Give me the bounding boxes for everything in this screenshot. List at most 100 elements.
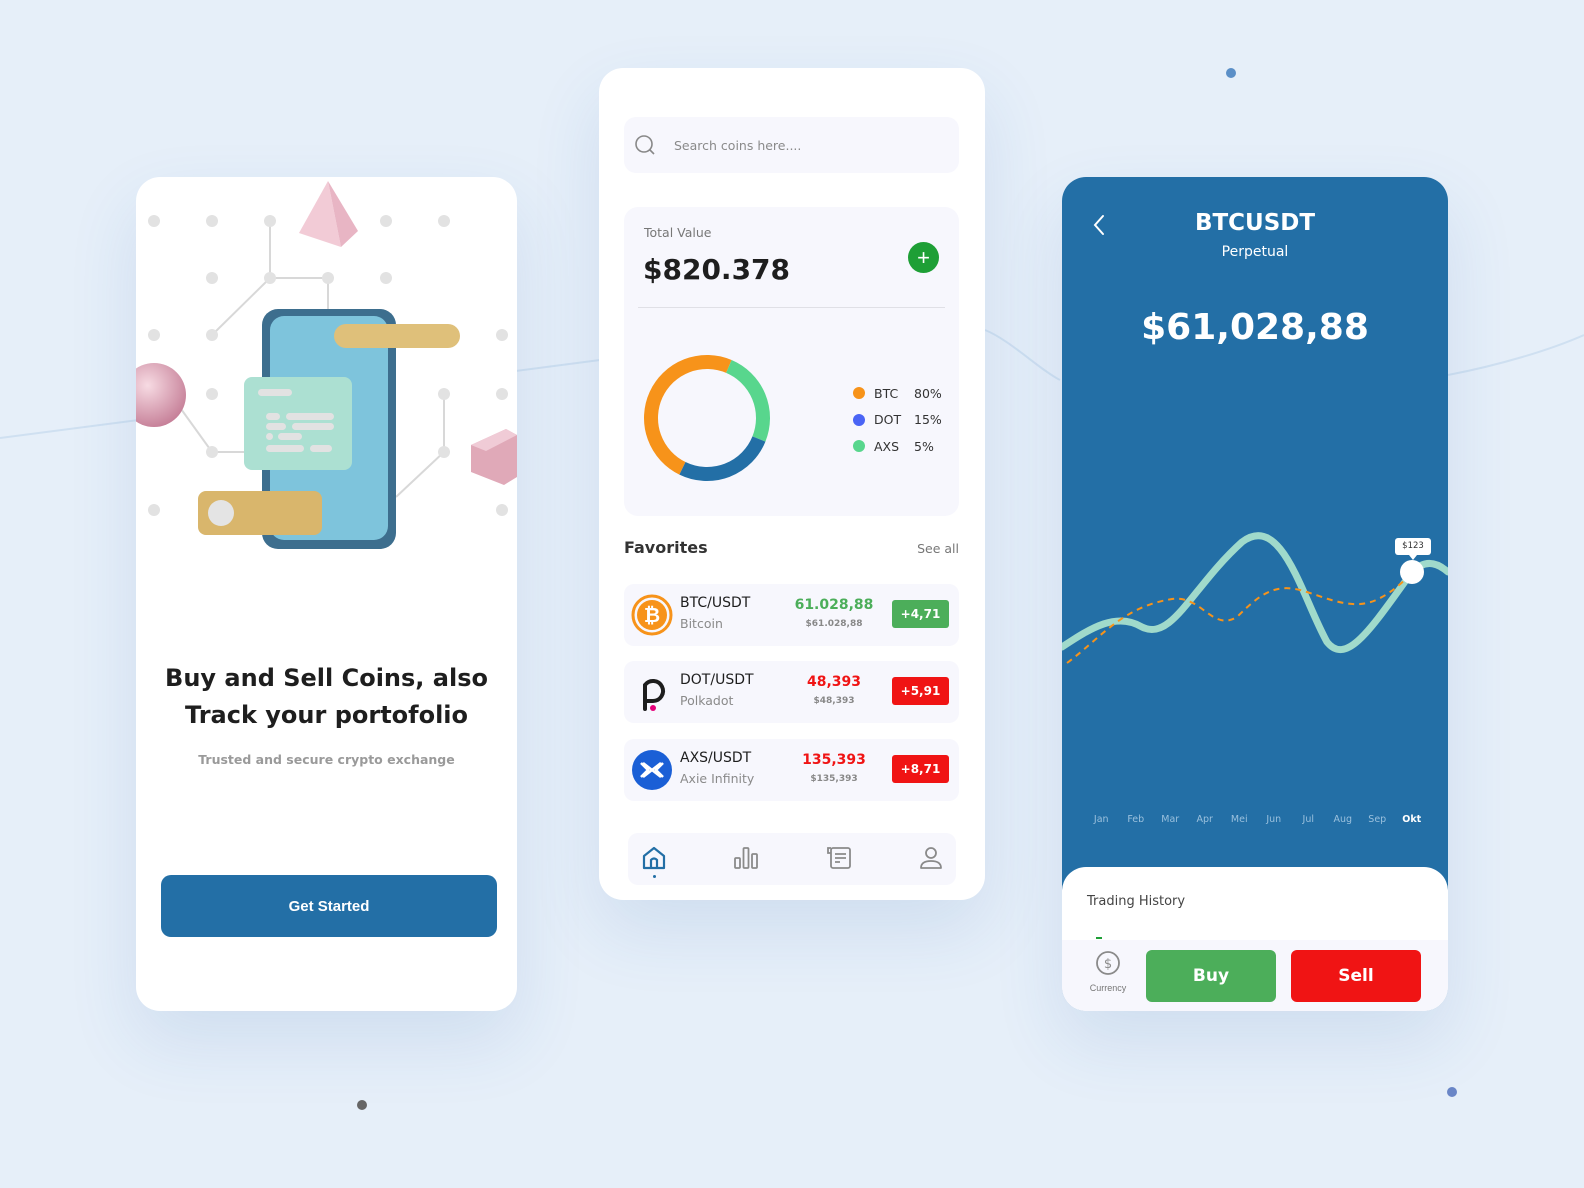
user-icon [920, 847, 942, 869]
coin-usd-price: $135,393 [810, 774, 858, 784]
month-label[interactable]: Jul [1291, 814, 1326, 825]
legend-percent: 15% [914, 412, 942, 428]
legend-label: AXS [874, 438, 900, 454]
nav-markets[interactable] [731, 845, 761, 875]
legend-label: DOT [874, 412, 902, 428]
legend-percent: 5% [914, 438, 934, 454]
price-tooltip: $123 [1395, 538, 1431, 560]
change-badge: +4,71 [892, 600, 949, 628]
favorite-row-axs[interactable]: AXS/USDT Axie Infinity 135,393 $135,393 … [624, 739, 959, 801]
current-price: $61,028,88 [1141, 307, 1369, 348]
donut-segment-axs [725, 360, 770, 442]
divider [638, 307, 945, 308]
coin-name: Bitcoin [680, 616, 723, 631]
home-icon [642, 846, 666, 870]
pair-title: BTCUSDT [1194, 210, 1316, 236]
search-input[interactable] [674, 137, 934, 153]
polkadot-icon [643, 679, 665, 711]
onboarding-screen: Buy and Sell Coins, also Track your port… [136, 177, 517, 1011]
total-value-amount: $820.378 [643, 253, 791, 286]
donut-segment-btc [644, 355, 732, 475]
month-label[interactable]: Mei [1222, 814, 1257, 825]
coin-usd-price: $48,393 [813, 696, 855, 706]
change-badge: +8,71 [892, 755, 949, 783]
nav-home[interactable] [639, 845, 669, 875]
nav-news[interactable] [824, 845, 854, 875]
onboarding-subtitle: Trusted and secure crypto exchange [198, 752, 455, 767]
donut-segment-dot [679, 436, 766, 481]
dollar-circle-icon: $ [1096, 951, 1120, 975]
chart-point-marker [1400, 560, 1424, 584]
bottom-nav [628, 833, 956, 885]
allocation-legend: BTC 80% DOT 15% AXS 5% [853, 380, 942, 460]
coin-usd-price: $61.028,88 [805, 619, 863, 629]
legend-dot-btc [853, 387, 865, 400]
coin-price: 48,393 [806, 674, 862, 690]
favorite-row-dot[interactable]: DOT/USDT Polkadot 48,393 $48,393 +5,91 [624, 661, 959, 723]
hero-illustration [136, 181, 517, 549]
price-line-chart [1062, 532, 1448, 664]
legend-item-dot: DOT 15% [853, 407, 942, 434]
legend-percent: 80% [914, 385, 942, 401]
total-value-label: Total Value [644, 225, 712, 240]
month-label-active[interactable]: Okt [1395, 814, 1430, 825]
get-started-button[interactable]: Get Started [161, 875, 497, 937]
headline-line-2: Track your portofolio [184, 701, 469, 729]
search-bar[interactable] [624, 117, 959, 173]
svg-text:$: $ [1104, 957, 1112, 972]
price-line [1062, 532, 1448, 654]
plus-icon: + [917, 245, 930, 270]
coin-name: Axie Infinity [680, 771, 755, 786]
sell-button[interactable]: Sell [1291, 950, 1421, 1002]
axie-infinity-icon [632, 750, 672, 790]
currency-label: Currency [1089, 983, 1127, 993]
total-value-card: Total Value $820.378 + BTC 80% DOT 15% A… [624, 207, 959, 516]
search-icon [635, 135, 655, 155]
favorites-title: Favorites [624, 538, 708, 557]
coin-detail-screen: BTCUSDT Perpetual $61,028,88 $123 Jan Fe… [1062, 177, 1448, 1011]
legend-dot-axs [853, 440, 865, 453]
coin-pair: BTC/USDT [680, 595, 751, 611]
pair-subtitle: Perpetual [1221, 244, 1289, 260]
history-indicator [1096, 937, 1102, 939]
month-label[interactable]: Jan [1084, 814, 1119, 825]
legend-item-axs: AXS 5% [853, 433, 942, 460]
coin-pair: AXS/USDT [680, 750, 752, 766]
legend-dot-dot [853, 413, 865, 426]
trading-history-sheet: Trading History $ Currency Buy Sell [1062, 867, 1448, 1011]
see-all-link[interactable]: See all [917, 541, 959, 556]
coin-pair: DOT/USDT [680, 672, 754, 688]
bitcoin-icon: ₿ [631, 594, 673, 636]
action-bar: $ Currency Buy Sell [1062, 940, 1448, 1011]
trading-history-title: Trading History [1087, 894, 1186, 909]
currency-button[interactable]: $ Currency [1083, 950, 1133, 993]
month-axis: Jan Feb Mar Apr Mei Jun Jul Aug Sep Okt [1084, 814, 1448, 825]
coin-name: Polkadot [680, 693, 734, 708]
news-icon [827, 847, 851, 869]
month-label[interactable]: Sep [1360, 814, 1395, 825]
onboarding-headline: Buy and Sell Coins, also Track your port… [136, 660, 517, 734]
legend-item-btc: BTC 80% [853, 380, 942, 407]
legend-label: BTC [874, 385, 899, 401]
month-label[interactable]: Mar [1153, 814, 1188, 825]
month-label[interactable]: Feb [1119, 814, 1154, 825]
month-label[interactable]: Aug [1326, 814, 1361, 825]
coin-price: 61.028,88 [794, 597, 874, 613]
month-label[interactable]: Apr [1188, 814, 1223, 825]
svg-text:₿: ₿ [644, 603, 660, 627]
month-label[interactable]: Jun [1257, 814, 1292, 825]
coin-price: 135,393 [802, 752, 866, 768]
allocation-donut-chart [644, 355, 770, 481]
portfolio-screen: Total Value $820.378 + BTC 80% DOT 15% A… [599, 68, 985, 900]
favorite-row-btc[interactable]: ₿ BTC/USDT Bitcoin 61.028,88 $61.028,88 … [624, 584, 959, 646]
decor-dot [357, 1100, 367, 1110]
decor-dot [1447, 1087, 1457, 1097]
chart-bar-icon [734, 847, 758, 869]
active-indicator [653, 875, 656, 878]
headline-line-1: Buy and Sell Coins, also [165, 664, 488, 692]
nav-profile[interactable] [916, 845, 946, 875]
add-button[interactable]: + [908, 242, 939, 273]
buy-button[interactable]: Buy [1146, 950, 1276, 1002]
decor-dot [1226, 68, 1236, 78]
change-badge: +5,91 [892, 677, 949, 705]
